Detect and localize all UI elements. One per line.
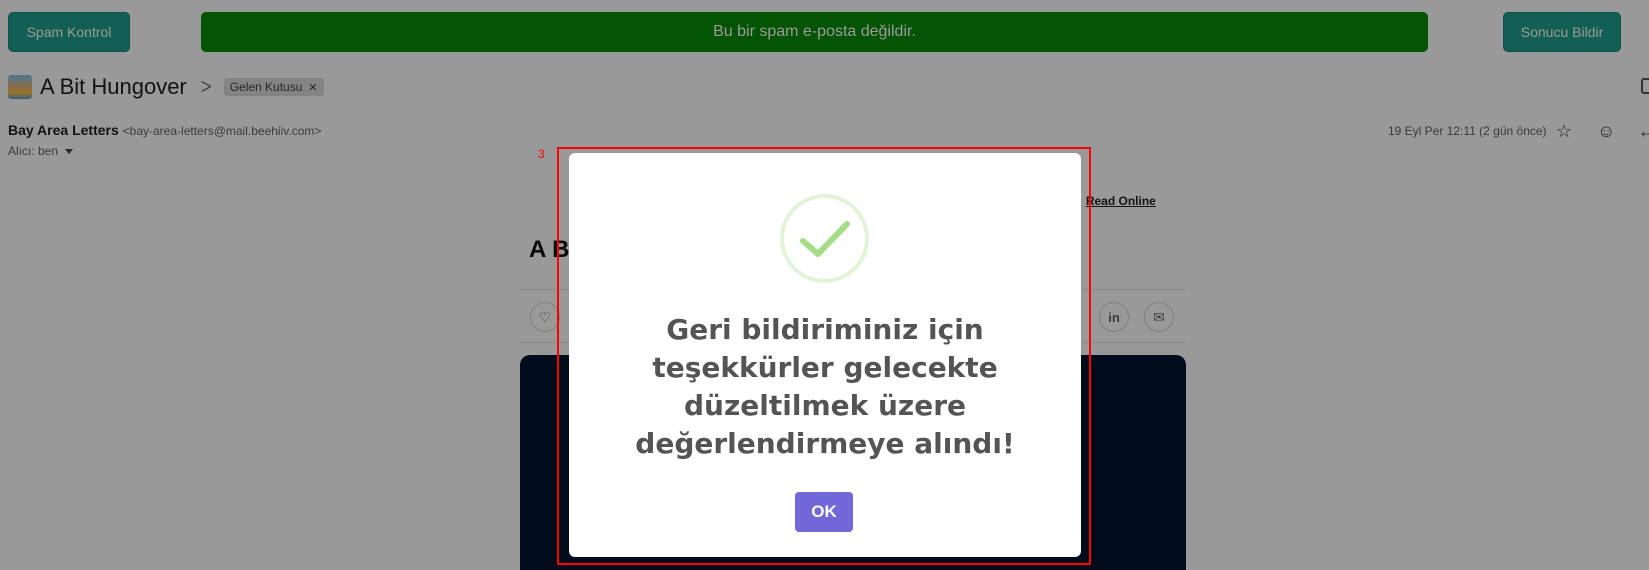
annotation-number: 3 <box>538 147 545 161</box>
checkmark-icon <box>799 220 850 257</box>
feedback-dialog: Geri bildiriminiz için teşekkürler gelec… <box>569 153 1081 557</box>
ok-button[interactable]: OK <box>795 492 853 532</box>
success-check-icon <box>780 194 869 283</box>
dialog-message: Geri bildiriminiz için teşekkürler gelec… <box>635 313 1015 460</box>
